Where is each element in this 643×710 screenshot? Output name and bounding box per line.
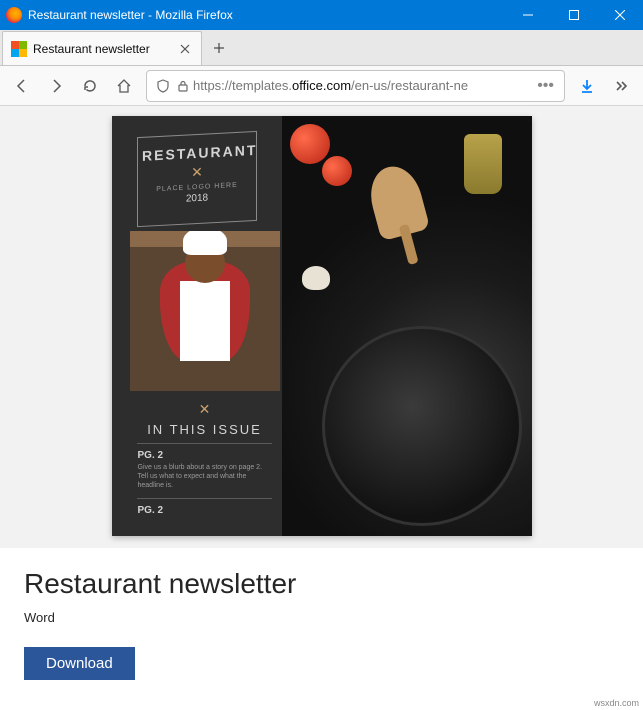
issue-panel: ✕ IN THIS ISSUE PG. 2 Give us a blurb ab… [130, 401, 280, 516]
reload-button[interactable] [74, 70, 106, 102]
window-title: Restaurant newsletter - Mozilla Firefox [28, 8, 505, 22]
badge-title: RESTAURANT [142, 142, 252, 164]
tomato-image [322, 156, 352, 186]
frying-pan-image [322, 326, 522, 526]
oil-bottle-image [464, 134, 502, 194]
url-text[interactable]: https://templates.office.com/en-us/resta… [193, 78, 533, 93]
home-button[interactable] [108, 70, 140, 102]
tab-label: Restaurant newsletter [33, 42, 177, 56]
download-button[interactable]: Download [24, 647, 135, 680]
firefox-icon [6, 7, 22, 23]
page-actions-button[interactable]: ••• [533, 77, 558, 95]
page-label: PG. 2 [130, 450, 280, 461]
tomato-image [290, 124, 330, 164]
tab-strip: Restaurant newsletter [0, 30, 643, 66]
forward-button[interactable] [40, 70, 72, 102]
template-app: Word [24, 610, 619, 625]
issue-blurb: Give us a blurb about a story on page 2.… [130, 461, 280, 492]
window-titlebar: Restaurant newsletter - Mozilla Firefox [0, 0, 643, 30]
tab-close-button[interactable] [177, 41, 193, 57]
url-bar[interactable]: https://templates.office.com/en-us/resta… [146, 70, 565, 102]
window-maximize-button[interactable] [551, 0, 597, 30]
back-button[interactable] [6, 70, 38, 102]
issue-heading: IN THIS ISSUE [130, 422, 280, 437]
nav-toolbar: https://templates.office.com/en-us/resta… [0, 66, 643, 106]
template-title: Restaurant newsletter [24, 568, 619, 600]
template-preview: RESTAURANT ✕ PLACE LOGO HERE 2018 ✕ IN T… [112, 116, 532, 536]
downloads-button[interactable] [571, 70, 603, 102]
page-label: PG. 2 [130, 505, 280, 516]
shield-icon[interactable] [153, 76, 173, 96]
overflow-button[interactable] [605, 70, 637, 102]
page-content: RESTAURANT ✕ PLACE LOGO HERE 2018 ✕ IN T… [0, 106, 643, 710]
window-minimize-button[interactable] [505, 0, 551, 30]
ms-favicon-icon [11, 41, 27, 57]
template-details: Restaurant newsletter Word Download [0, 548, 643, 710]
new-tab-button[interactable] [202, 31, 236, 65]
lock-icon[interactable] [173, 76, 193, 96]
restaurant-badge: RESTAURANT ✕ PLACE LOGO HERE 2018 [137, 131, 257, 227]
chef-photo [130, 231, 280, 391]
window-close-button[interactable] [597, 0, 643, 30]
browser-tab[interactable]: Restaurant newsletter [2, 31, 202, 65]
crossed-utensils-icon: ✕ [130, 401, 280, 418]
utensils-icon: ✕ [142, 161, 252, 184]
garlic-image [302, 266, 330, 290]
watermark: wsxdn.com [594, 698, 639, 708]
